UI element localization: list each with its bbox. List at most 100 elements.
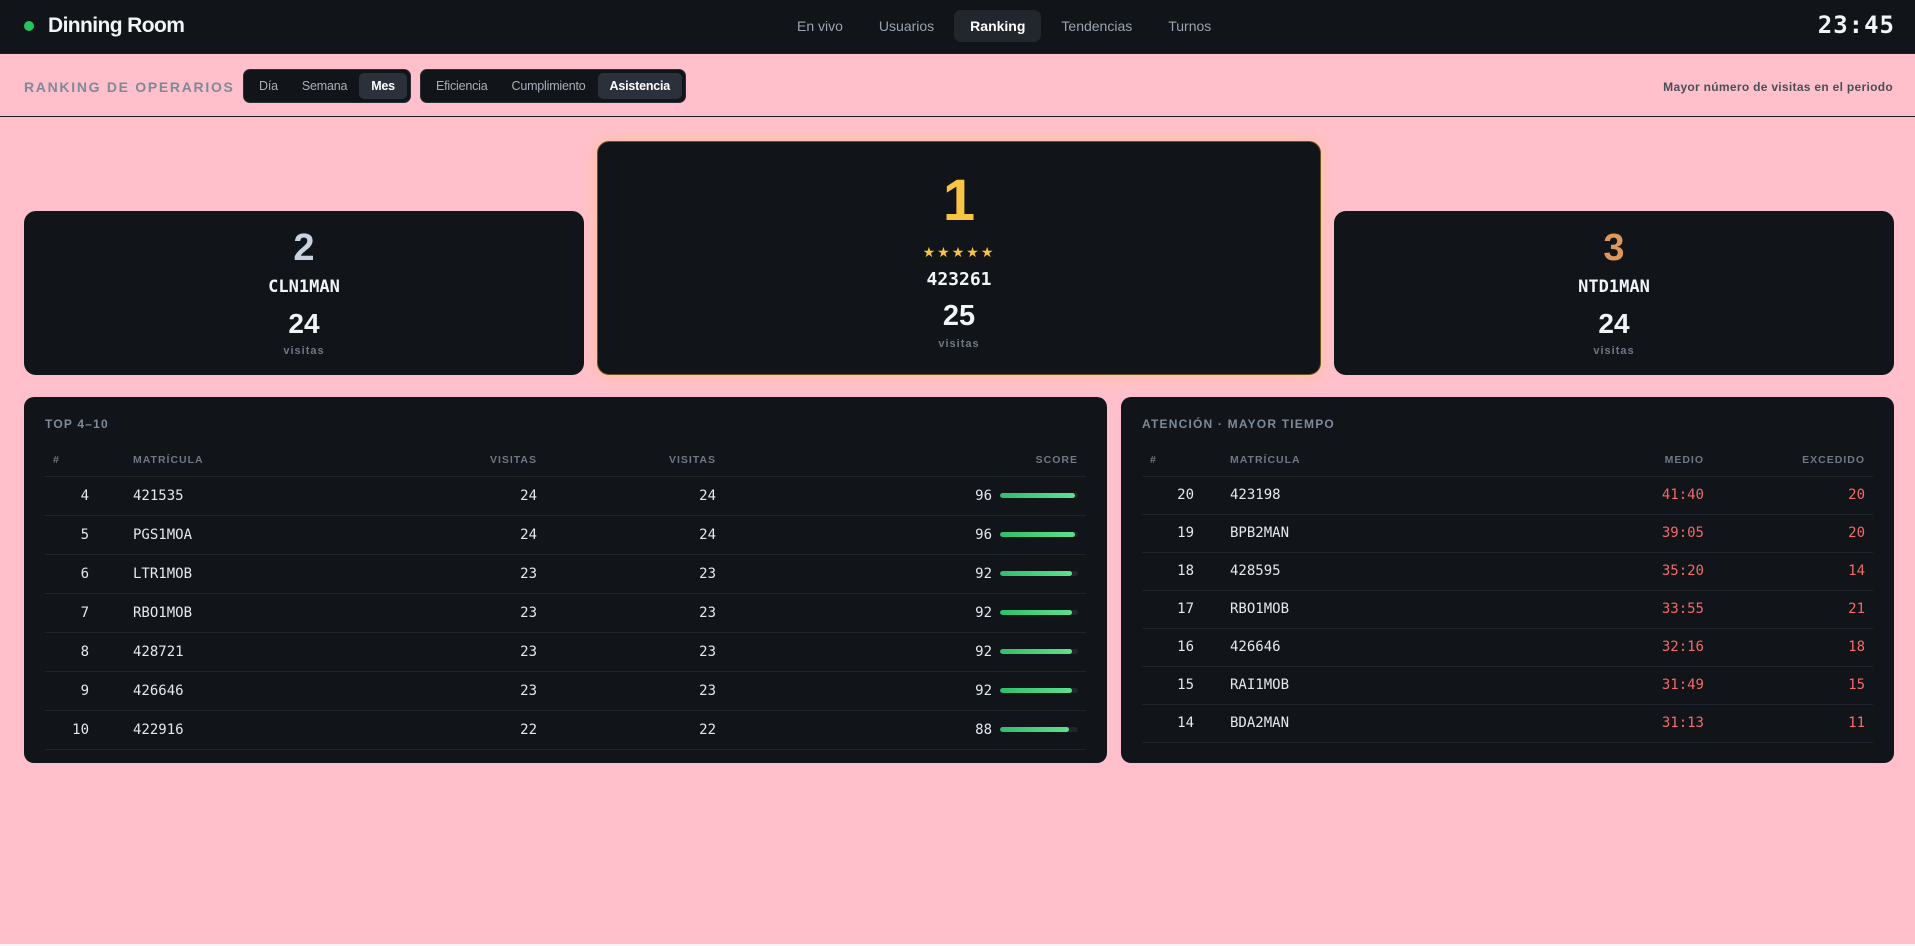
top-bar: Dinning Room En vivo Usuarios Ranking Te… xyxy=(0,0,1915,54)
table-row[interactable]: 20 423198 41:40 20 xyxy=(1142,476,1873,515)
podium-count: 25 xyxy=(942,300,976,332)
metric-selector: Eficiencia Cumplimiento Asistencia xyxy=(420,69,687,103)
score-bar-fill xyxy=(1000,493,1075,498)
col-score: SCORE xyxy=(724,444,1086,477)
row-rank: 8 xyxy=(45,632,125,672)
score-bar-fill xyxy=(1000,649,1072,654)
row-score: 96 xyxy=(724,476,1086,516)
row-matricula: RBO1MOB xyxy=(1222,590,1552,629)
nav-usuarios[interactable]: Usuarios xyxy=(863,10,950,42)
row-rank: 5 xyxy=(45,515,125,555)
nav-turnos[interactable]: Turnos xyxy=(1152,10,1227,42)
col-matricula: MATRÍCULA xyxy=(1222,444,1552,477)
row-matricula: 428595 xyxy=(1222,552,1552,591)
row-medio: 31:13 xyxy=(1552,704,1712,743)
top-table-panel: TOP 4–10 # MATRÍCULA VISITAS VISITAS SCO… xyxy=(24,397,1107,763)
podium-operator: NTD1MAN xyxy=(1578,277,1650,297)
row-score: 92 xyxy=(724,554,1086,594)
podium-operator: CLN1MAN xyxy=(268,277,340,297)
metric-cumplimiento-button[interactable]: Cumplimiento xyxy=(500,73,598,99)
score-bar xyxy=(1000,649,1078,654)
app-title: Dinning Room xyxy=(48,14,185,37)
score-bar xyxy=(1000,727,1078,732)
row-visitas-2: 23 xyxy=(545,671,724,711)
period-semana-button[interactable]: Semana xyxy=(290,73,359,99)
podium-operator: 423261 xyxy=(926,269,992,290)
table-row[interactable]: 15 RAI1MOB 31:49 15 xyxy=(1142,666,1873,705)
podium-third: 3 NTD1MAN 24 visitas xyxy=(1334,211,1894,375)
podium-count: 24 xyxy=(288,308,320,339)
row-rank: 9 xyxy=(45,671,125,711)
row-excedido: 11 xyxy=(1712,704,1873,743)
row-rank: 16 xyxy=(1142,628,1222,667)
row-score: 88 xyxy=(724,710,1086,750)
table-row[interactable]: 16 426646 32:16 18 xyxy=(1142,628,1873,667)
table-row[interactable]: 17 RBO1MOB 33:55 21 xyxy=(1142,590,1873,629)
row-medio: 33:55 xyxy=(1552,590,1712,629)
table-row[interactable]: 4 421535 24 24 96 xyxy=(45,476,1086,516)
row-visitas-2: 23 xyxy=(545,632,724,672)
row-excedido: 14 xyxy=(1712,552,1873,591)
score-bar xyxy=(1000,532,1078,537)
panel-title: TOP 4–10 xyxy=(45,417,109,431)
row-rank: 6 xyxy=(45,554,125,594)
row-score: 92 xyxy=(724,632,1086,672)
podium-unit: visitas xyxy=(283,345,325,357)
row-visitas-2: 24 xyxy=(545,476,724,516)
score-bar-fill xyxy=(1000,610,1072,615)
podium-rank: 2 xyxy=(293,227,315,269)
table-row[interactable]: 9 426646 23 23 92 xyxy=(45,671,1086,711)
table-row[interactable]: 6 LTR1MOB 23 23 92 xyxy=(45,554,1086,594)
row-matricula: 422916 xyxy=(125,710,375,750)
score-bar-fill xyxy=(1000,571,1072,576)
row-score: 92 xyxy=(724,593,1086,633)
nav-ranking[interactable]: Ranking xyxy=(954,10,1042,42)
table-row[interactable]: 14 BDA2MAN 31:13 11 xyxy=(1142,704,1873,743)
period-dia-button[interactable]: Día xyxy=(247,73,290,99)
brand: Dinning Room xyxy=(24,14,185,38)
podium-first: 1 ★★★★★ 423261 25 visitas xyxy=(597,141,1321,375)
table-row[interactable]: 18 428595 35:20 14 xyxy=(1142,552,1873,591)
row-excedido: 15 xyxy=(1712,666,1873,705)
section-title: RANKING DE OPERARIOS xyxy=(24,79,235,95)
score-value: 88 xyxy=(975,721,992,738)
col-visitas: VISITAS xyxy=(375,444,545,477)
score-bar xyxy=(1000,493,1078,498)
table-row[interactable]: 8 428721 23 23 92 xyxy=(45,632,1086,672)
row-rank: 14 xyxy=(1142,704,1222,743)
podium-rank: 3 xyxy=(1603,227,1625,269)
score-value: 96 xyxy=(975,487,992,504)
podium-unit: visitas xyxy=(1593,345,1635,357)
live-status-icon xyxy=(24,21,34,31)
nav-en-vivo[interactable]: En vivo xyxy=(781,10,859,42)
row-rank: 19 xyxy=(1142,514,1222,553)
clock: 23:45 xyxy=(1817,11,1895,39)
table-row[interactable]: 19 BPB2MAN 39:05 20 xyxy=(1142,514,1873,553)
score-value: 92 xyxy=(975,682,992,699)
table-row[interactable]: 5 PGS1MOA 24 24 96 xyxy=(45,515,1086,555)
row-matricula: 423198 xyxy=(1222,476,1552,515)
metric-asistencia-button[interactable]: Asistencia xyxy=(597,73,683,99)
row-visitas: 24 xyxy=(375,476,545,516)
podium-rank: 1 xyxy=(942,168,976,233)
table-row[interactable]: 7 RBO1MOB 23 23 92 xyxy=(45,593,1086,633)
star-rating-icon: ★★★★★ xyxy=(922,244,996,260)
row-matricula: 426646 xyxy=(125,671,375,711)
podium-second: 2 CLN1MAN 24 visitas xyxy=(24,211,584,375)
row-medio: 39:05 xyxy=(1552,514,1712,553)
panel-title: ATENCIÓN · MAYOR TIEMPO xyxy=(1142,417,1335,431)
row-visitas: 23 xyxy=(375,554,545,594)
row-medio: 41:40 xyxy=(1552,476,1712,515)
nav-tendencias[interactable]: Tendencias xyxy=(1045,10,1148,42)
ranking-header: RANKING DE OPERARIOS Día Semana Mes Efic… xyxy=(0,55,1915,117)
table-row[interactable]: 10 422916 22 22 88 xyxy=(45,710,1086,750)
score-value: 92 xyxy=(975,565,992,582)
row-excedido: 21 xyxy=(1712,590,1873,629)
row-rank: 17 xyxy=(1142,590,1222,629)
period-mes-button[interactable]: Mes xyxy=(359,73,407,99)
row-visitas: 23 xyxy=(375,632,545,672)
metric-eficiencia-button[interactable]: Eficiencia xyxy=(424,73,500,99)
metric-description: Mayor número de visitas en el periodo xyxy=(1663,80,1893,94)
row-matricula: RAI1MOB xyxy=(1222,666,1552,705)
row-visitas-2: 22 xyxy=(545,710,724,750)
